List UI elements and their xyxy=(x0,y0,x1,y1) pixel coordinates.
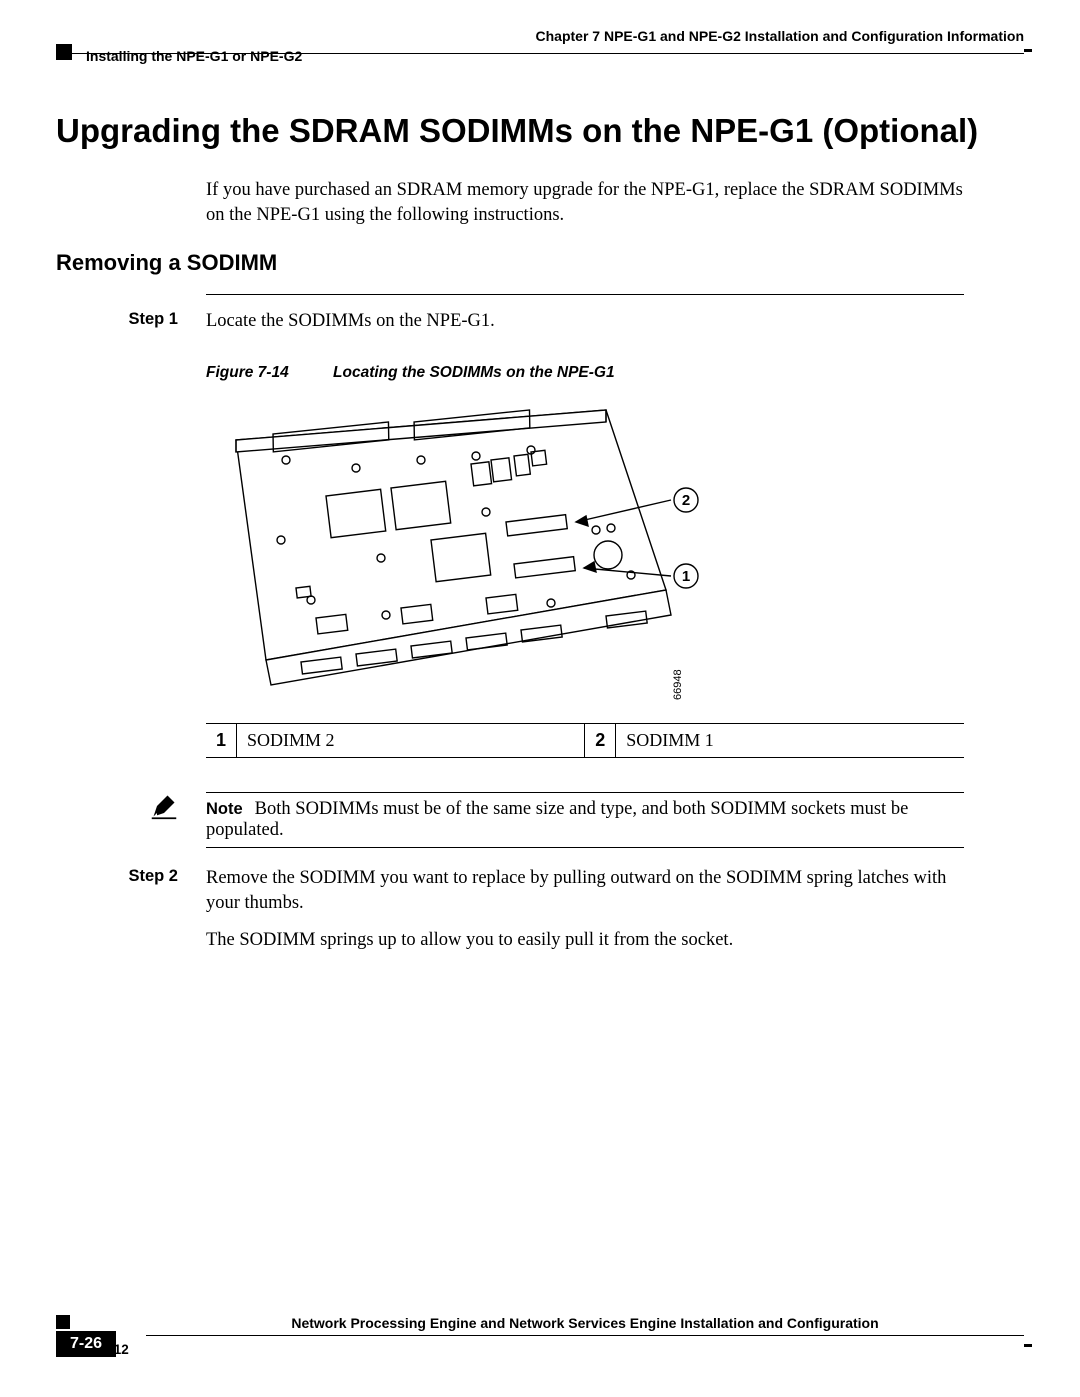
step-1: Step 1 Locate the SODIMMs on the NPE-G1. xyxy=(56,309,1024,334)
figure-title: Locating the SODIMMs on the NPE-G1 xyxy=(333,364,615,381)
board-diagram-icon: 2 1 66948 xyxy=(206,400,726,710)
heading-1: Upgrading the SDRAM SODIMMs on the NPE-G… xyxy=(56,112,1024,150)
table-row: 1 SODIMM 2 2 SODIMM 1 xyxy=(206,723,964,757)
rule xyxy=(206,847,964,848)
callout-table: 1 SODIMM 2 2 SODIMM 1 xyxy=(206,723,964,758)
footer-title: Network Processing Engine and Network Se… xyxy=(146,1315,1024,1336)
rule xyxy=(206,792,964,793)
page: Chapter 7 NPE-G1 and NPE-G2 Installation… xyxy=(0,0,1080,1397)
svg-text:1: 1 xyxy=(682,568,690,585)
callout-label: SODIMM 1 xyxy=(616,723,964,757)
callout-label: SODIMM 2 xyxy=(237,723,585,757)
callout-num: 2 xyxy=(585,723,616,757)
heading-2: Removing a SODIMM xyxy=(56,250,1024,276)
header-tick-icon xyxy=(1024,49,1032,52)
footer-square-icon xyxy=(56,1315,70,1329)
footer-tick-icon xyxy=(1024,1344,1032,1347)
running-header: Chapter 7 NPE-G1 and NPE-G2 Installation… xyxy=(56,30,1024,54)
step-body: Remove the SODIMM you want to replace by… xyxy=(206,866,1024,953)
step-body: Locate the SODIMMs on the NPE-G1. xyxy=(206,309,555,334)
svg-text:2: 2 xyxy=(682,492,690,509)
note: NoteBoth SODIMMs must be of the same siz… xyxy=(56,792,1024,848)
footer: Network Processing Engine and Network Se… xyxy=(56,1315,1024,1357)
figure-drawing-id: 66948 xyxy=(672,669,684,700)
step-2: Step 2 Remove the SODIMM you want to rep… xyxy=(56,866,1024,953)
note-text: NoteBoth SODIMMs must be of the same siz… xyxy=(206,799,964,841)
step-label: Step 1 xyxy=(56,309,206,334)
rule xyxy=(206,294,964,295)
header-chapter: Chapter 7 NPE-G1 and NPE-G2 Installation… xyxy=(536,28,1024,44)
figure: 2 1 66948 1 SODIMM 2 2 SODIMM 1 xyxy=(206,400,964,758)
header-square-icon xyxy=(56,44,72,60)
callout-num: 1 xyxy=(206,723,237,757)
page-number: 7-26 xyxy=(56,1331,116,1357)
figure-number: Figure 7-14 xyxy=(206,364,289,381)
figure-caption: Figure 7-14 Locating the SODIMMs on the … xyxy=(206,364,1024,382)
intro-paragraph: If you have purchased an SDRAM memory up… xyxy=(206,178,964,228)
note-pencil-icon xyxy=(150,792,178,848)
header-section: Installing the NPE-G1 or NPE-G2 xyxy=(86,48,302,64)
note-label: Note xyxy=(206,800,243,818)
step-label: Step 2 xyxy=(56,866,206,953)
